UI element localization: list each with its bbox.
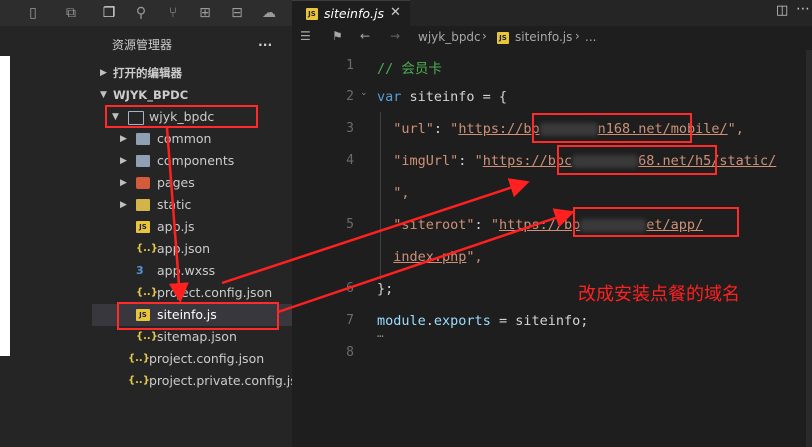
annotation-note: 改成安装点餐的域名 — [578, 284, 740, 305]
arrow-to-siteinfo — [165, 127, 189, 303]
arrow-to-siteroot — [277, 208, 575, 314]
annotation-arrows — [165, 127, 575, 314]
arrow-to-code — [221, 178, 530, 285]
